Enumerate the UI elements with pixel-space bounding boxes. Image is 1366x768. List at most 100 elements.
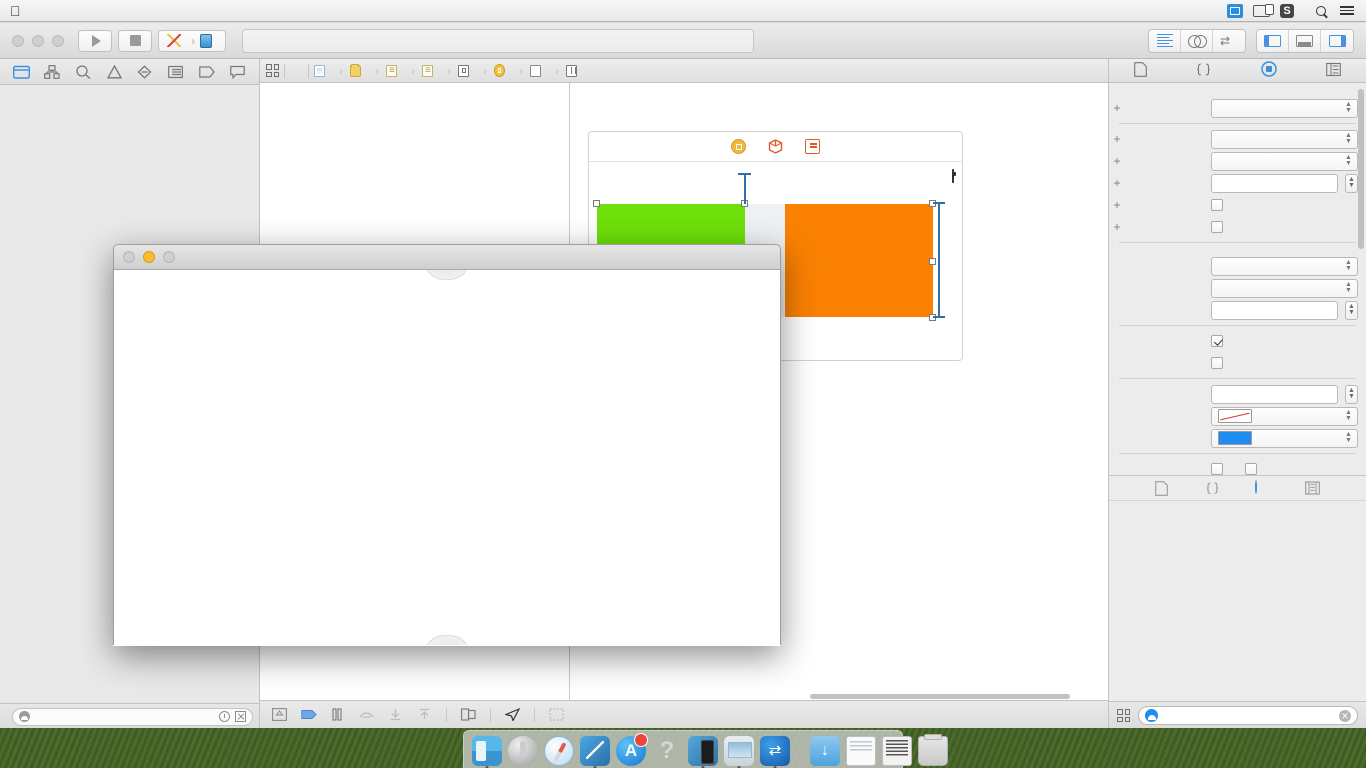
simulate-location-icon[interactable] xyxy=(504,707,521,723)
file-template-library-tab[interactable] xyxy=(1154,480,1171,496)
close-window-button[interactable] xyxy=(12,34,24,47)
axis-popup-button[interactable]: ▲ ▼ xyxy=(1211,98,1358,118)
window-traffic-lights[interactable] xyxy=(12,34,64,47)
quick-help-inspector-tab[interactable] xyxy=(1196,62,1211,80)
background-color-swatch[interactable] xyxy=(1218,409,1252,423)
breakpoints-toggle-icon[interactable] xyxy=(301,708,317,721)
add-variation-icon[interactable]: + xyxy=(1111,101,1123,115)
orange-arranged-view[interactable] xyxy=(785,204,933,317)
breadcrumb-item-project[interactable]: › xyxy=(314,64,345,78)
view-controller-badge-icon[interactable] xyxy=(731,139,746,154)
semantic-popup-button[interactable]: ▲ ▼ xyxy=(1211,278,1358,298)
toggle-utilities-button[interactable] xyxy=(1321,29,1353,52)
breadcrumb-item-group[interactable]: › xyxy=(350,63,381,78)
simulator-close-button[interactable] xyxy=(123,251,135,263)
object-library-tab[interactable] xyxy=(1254,479,1271,496)
breadcrumb-item-stack-view[interactable] xyxy=(566,64,585,77)
step-out-icon[interactable] xyxy=(417,708,432,721)
identity-inspector-tab[interactable] xyxy=(1261,61,1277,80)
toggle-navigator-button[interactable] xyxy=(1257,29,1289,52)
media-library-tab[interactable] xyxy=(1304,480,1321,496)
mode-popup-button[interactable]: ▲ ▼ xyxy=(1211,256,1358,276)
alpha-stepper[interactable]: ▲ ▼ xyxy=(1345,384,1358,404)
run-button[interactable] xyxy=(78,29,112,52)
dock-item-trash[interactable] xyxy=(918,734,948,766)
view-toggle-segmented-control[interactable] xyxy=(1256,28,1354,53)
tint-color-swatch[interactable] xyxy=(1218,431,1252,445)
letter-s-icon[interactable]: S xyxy=(1280,3,1294,18)
iphone-home-button[interactable] xyxy=(424,635,470,645)
background-color-popup[interactable]: ▲ ▼ xyxy=(1211,406,1358,426)
spacing-stepper[interactable]: ▲ ▼ xyxy=(1345,173,1358,193)
code-snippet-library-tab[interactable] xyxy=(1205,481,1221,496)
tag-input[interactable] xyxy=(1211,300,1338,320)
notification-center-icon[interactable] xyxy=(1340,4,1356,18)
layout-margins-relative-checkbox[interactable] xyxy=(1211,221,1223,233)
spacing-input[interactable] xyxy=(1211,173,1338,193)
inspector-scrollbar[interactable] xyxy=(1358,89,1364,389)
simulator-window[interactable] xyxy=(113,244,781,646)
breadcrumb-item-scene[interactable]: › xyxy=(458,64,489,78)
view-hierarchy-icon[interactable] xyxy=(461,708,476,721)
step-over-icon[interactable] xyxy=(359,708,374,721)
tag-stepper[interactable]: ▲ ▼ xyxy=(1345,300,1358,320)
teamviewer-icon[interactable] xyxy=(1227,3,1243,18)
find-navigator-tab[interactable] xyxy=(72,63,94,81)
opaque-checkbox[interactable] xyxy=(1211,463,1223,475)
standard-editor-button[interactable] xyxy=(1149,29,1181,52)
zoom-window-button[interactable] xyxy=(52,34,64,47)
spotlight-search-icon[interactable] xyxy=(1314,4,1330,18)
dock-item-document-stack[interactable] xyxy=(846,736,876,766)
tint-color-popup[interactable]: ▲ ▼ xyxy=(1211,428,1358,448)
dock-item-simulator[interactable] xyxy=(688,736,718,768)
pause-icon[interactable] xyxy=(330,708,345,721)
dock-item-launchpad[interactable] xyxy=(508,736,538,766)
dock-item-downloads-stack[interactable] xyxy=(810,736,840,766)
breadcrumb-item-storyboard[interactable]: › xyxy=(386,64,417,78)
toggle-debug-area-button[interactable] xyxy=(1289,29,1321,52)
source-control-filter-icon[interactable] xyxy=(235,711,246,722)
constraint-line-vertical[interactable] xyxy=(744,174,746,204)
scheme-selector[interactable]: › xyxy=(158,29,226,52)
simulator-zoom-button[interactable] xyxy=(163,251,175,263)
apple-logo-icon[interactable]:  xyxy=(10,4,21,18)
dock-item-document-stack-2[interactable] xyxy=(882,736,912,766)
dock-item-preview[interactable] xyxy=(724,736,754,768)
library-search-input[interactable]: ✕ xyxy=(1138,706,1358,725)
add-variation-icon[interactable]: + xyxy=(1111,176,1123,190)
library-view-mode-icon[interactable] xyxy=(1117,709,1130,722)
version-editor-button[interactable]: ⇄ xyxy=(1213,29,1245,52)
selection-handle-top-left[interactable] xyxy=(593,200,600,207)
dock-item-app-store[interactable] xyxy=(616,733,648,766)
assistant-editor-button[interactable] xyxy=(1181,29,1213,52)
distribution-popup-button[interactable]: ▲ ▼ xyxy=(1211,151,1358,171)
stop-button[interactable] xyxy=(118,29,152,52)
clear-search-icon[interactable]: ✕ xyxy=(1339,709,1351,722)
add-variation-icon[interactable]: + xyxy=(1111,198,1123,212)
breadcrumb-item-view-controller[interactable]: › xyxy=(494,64,525,78)
debug-navigator-tab[interactable] xyxy=(165,63,187,81)
dock-item-finder[interactable] xyxy=(472,736,502,768)
exit-badge-icon[interactable] xyxy=(805,139,820,154)
simulator-title-bar[interactable] xyxy=(113,244,781,270)
simulator-minimize-button[interactable] xyxy=(143,251,155,263)
object-library-list[interactable] xyxy=(1109,501,1366,701)
simulator-traffic-lights[interactable] xyxy=(114,251,175,263)
project-navigator-tab[interactable] xyxy=(10,63,32,81)
breakpoint-navigator-tab[interactable] xyxy=(196,63,218,81)
editor-mode-segmented-control[interactable]: ⇄ xyxy=(1148,28,1246,53)
dock-item-xcode[interactable] xyxy=(580,736,610,768)
baseline-relative-checkbox[interactable] xyxy=(1211,199,1223,211)
symbol-navigator-tab[interactable] xyxy=(41,63,63,81)
step-into-icon[interactable] xyxy=(388,708,403,721)
simulator-screen[interactable] xyxy=(113,270,781,645)
alpha-input[interactable] xyxy=(1211,384,1338,404)
recent-files-filter-icon[interactable] xyxy=(219,711,230,722)
selection-handle-middle-right[interactable] xyxy=(929,258,936,265)
file-inspector-tab[interactable] xyxy=(1133,61,1147,80)
constraint-line-right[interactable] xyxy=(938,203,940,318)
dock-item-unknown-app[interactable]: ? xyxy=(652,736,682,766)
add-variation-icon[interactable]: + xyxy=(1111,132,1123,146)
hidden-checkbox[interactable] xyxy=(1245,463,1257,475)
breadcrumb-item-view[interactable]: › xyxy=(530,64,561,78)
